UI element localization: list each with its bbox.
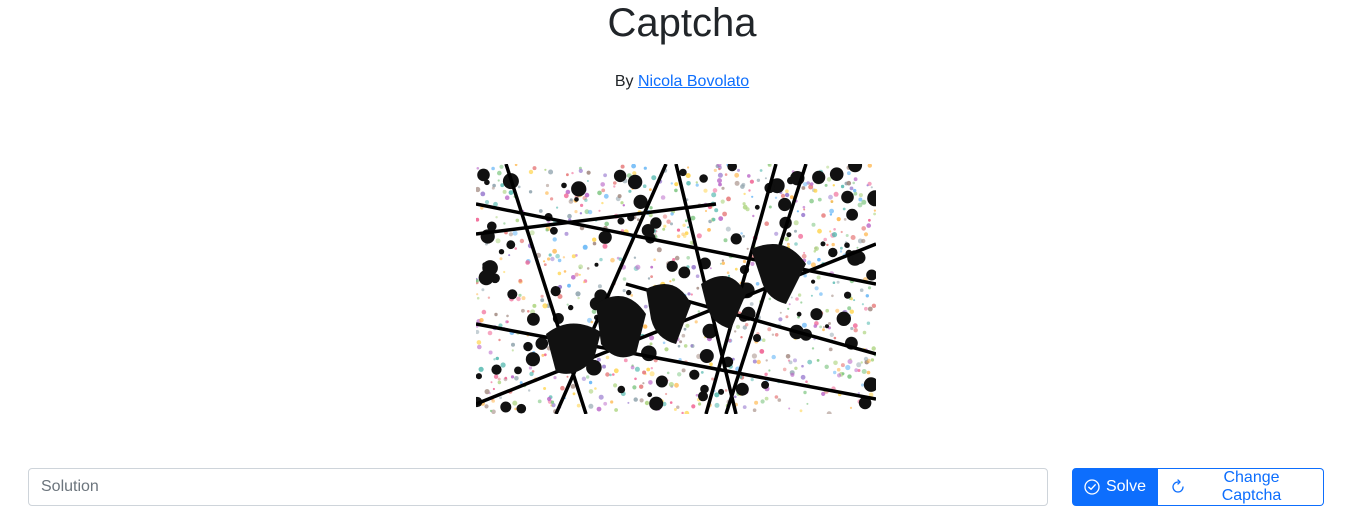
check-circle-icon	[1084, 479, 1100, 495]
change-captcha-label: Change Captcha	[1221, 469, 1282, 504]
byline: By Nicola Bovolato	[0, 72, 1364, 92]
page-title: Captcha	[607, 1, 757, 45]
captcha-image	[476, 164, 876, 414]
solve-button[interactable]: Solve	[1072, 468, 1158, 506]
captcha-noise-graphic	[476, 164, 876, 414]
change-captcha-button[interactable]: Change Captcha	[1158, 468, 1324, 506]
solution-input[interactable]	[28, 468, 1048, 506]
button-group: Solve Change Captcha	[1072, 468, 1324, 506]
solve-label: Solve	[1105, 478, 1147, 495]
captcha-form: Solve Change Captcha	[28, 468, 1324, 506]
byline-prefix: By	[614, 73, 634, 90]
page: Captcha By Nicola Bovolato Solve	[0, 0, 1364, 526]
refresh-icon	[1170, 479, 1186, 495]
author-link[interactable]: Nicola Bovolato	[638, 73, 749, 90]
